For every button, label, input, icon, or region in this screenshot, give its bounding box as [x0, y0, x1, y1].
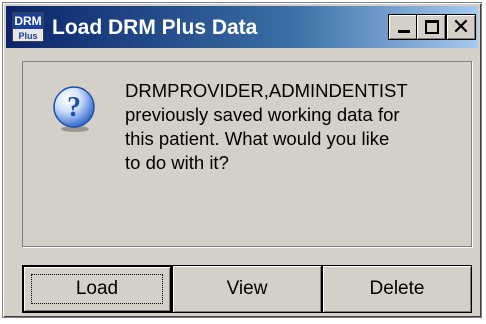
button-row: Load View Delete [22, 265, 474, 313]
view-button[interactable]: View [172, 265, 322, 313]
delete-button[interactable]: Delete [322, 265, 472, 313]
minimize-icon [398, 30, 410, 33]
drm-plus-app-icon: DRM Plus [12, 12, 44, 42]
window-title: Load DRM Plus Data [52, 16, 258, 39]
dialog-window: DRM Plus Load DRM Plus Data ✕ ? DRMPROVI… [2, 2, 482, 318]
close-button[interactable]: ✕ [446, 14, 476, 40]
maximize-button[interactable] [416, 14, 446, 40]
message-text: DRMPROVIDER,ADMINDENTIST previously save… [125, 79, 465, 175]
minimize-button[interactable] [388, 14, 418, 40]
delete-button-label: Delete [369, 278, 425, 299]
load-button[interactable]: Load [22, 265, 172, 313]
message-line: previously saved working data for [125, 104, 400, 125]
maximize-icon [425, 20, 439, 34]
message-line: DRMPROVIDER,ADMINDENTIST [125, 80, 408, 101]
view-button-label: View [226, 278, 268, 299]
title-bar[interactable]: DRM Plus Load DRM Plus Data ✕ [6, 6, 478, 48]
app-icon-top-text: DRM [13, 13, 43, 29]
focus-rectangle [31, 274, 163, 304]
message-line: this patient. What would you like [125, 128, 390, 149]
message-line: to do with it? [125, 152, 229, 173]
app-icon-bottom-text: Plus [18, 31, 38, 41]
message-panel: ? DRMPROVIDER,ADMINDENTIST previously sa… [22, 61, 472, 247]
close-icon: ✕ [451, 14, 471, 39]
svg-text:?: ? [67, 92, 81, 123]
question-icon: ? [53, 86, 95, 132]
